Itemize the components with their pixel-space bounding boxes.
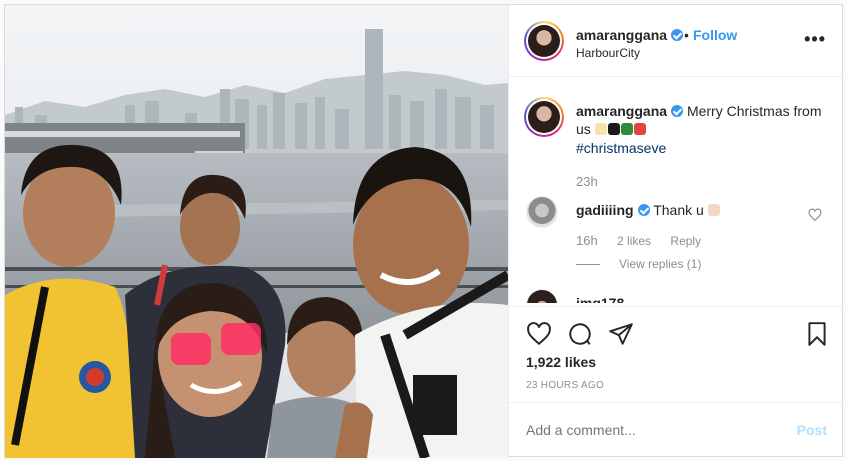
comments-area[interactable]: amaranggana Merry Christmas from us #chr… — [509, 78, 844, 303]
comment-likes[interactable]: 2 likes — [617, 234, 651, 248]
avatar[interactable] — [524, 21, 564, 61]
caption-username[interactable]: amaranggana — [576, 103, 684, 119]
likes-count[interactable]: 1,922 likes — [526, 354, 596, 370]
separator-dot: • — [684, 27, 689, 43]
verified-icon — [671, 29, 684, 41]
comment-meta: 16h 2 likes Reply — [576, 233, 701, 248]
comment-heart-icon[interactable] — [808, 208, 822, 222]
like-icon[interactable] — [526, 321, 552, 347]
post-side-panel: amaranggana • Follow HarbourCity ••• ama… — [508, 5, 844, 458]
comment-icon[interactable] — [567, 321, 593, 347]
caption-avatar[interactable] — [524, 97, 564, 137]
share-icon[interactable] — [608, 321, 634, 347]
hashtag-link[interactable]: #christmaseve — [576, 140, 666, 156]
bookmark-icon[interactable] — [804, 321, 830, 347]
post-actions: 1,922 likes 23 HOURS AGO — [509, 306, 844, 402]
author-username[interactable]: amaranggana — [576, 27, 684, 43]
add-comment-bar: Post — [509, 402, 844, 458]
instagram-post: amaranggana • Follow HarbourCity ••• ama… — [4, 4, 844, 458]
post-photo-image — [5, 5, 508, 458]
comment-emoji — [707, 203, 721, 219]
verified-icon — [671, 105, 684, 117]
commenter-username[interactable]: gadiiiing — [576, 202, 650, 218]
follow-button[interactable]: Follow — [693, 27, 737, 43]
comment-input[interactable] — [526, 422, 776, 438]
post-timestamp[interactable]: 23 HOURS AGO — [526, 380, 604, 391]
comment-item: gadiiiing Thank u 16h 2 likes Reply View… — [509, 196, 844, 276]
location-link[interactable]: HarbourCity — [576, 46, 640, 60]
view-replies-line — [576, 264, 600, 265]
verified-icon — [637, 204, 650, 216]
more-options-icon[interactable]: ••• — [804, 29, 826, 50]
comment-text: gadiiiing Thank u — [576, 202, 721, 219]
post-header: amaranggana • Follow HarbourCity ••• — [509, 5, 844, 77]
comment-time: 16h — [576, 233, 598, 248]
caption-time: 23h — [576, 174, 598, 189]
commenter-username[interactable]: jmg178 — [576, 295, 624, 303]
comment-item: jmg178 — [509, 289, 844, 303]
caption-emoji — [594, 121, 647, 139]
comment-body: Thank u — [653, 202, 704, 218]
post-photo[interactable] — [5, 5, 508, 458]
post-comment-button[interactable]: Post — [797, 422, 827, 438]
commenter-avatar[interactable] — [526, 289, 558, 303]
caption-text: amaranggana Merry Christmas from us #chr… — [576, 102, 826, 157]
commenter-avatar[interactable] — [526, 196, 558, 228]
reply-button[interactable]: Reply — [670, 234, 701, 248]
view-replies-button[interactable]: View replies (1) — [619, 257, 701, 271]
